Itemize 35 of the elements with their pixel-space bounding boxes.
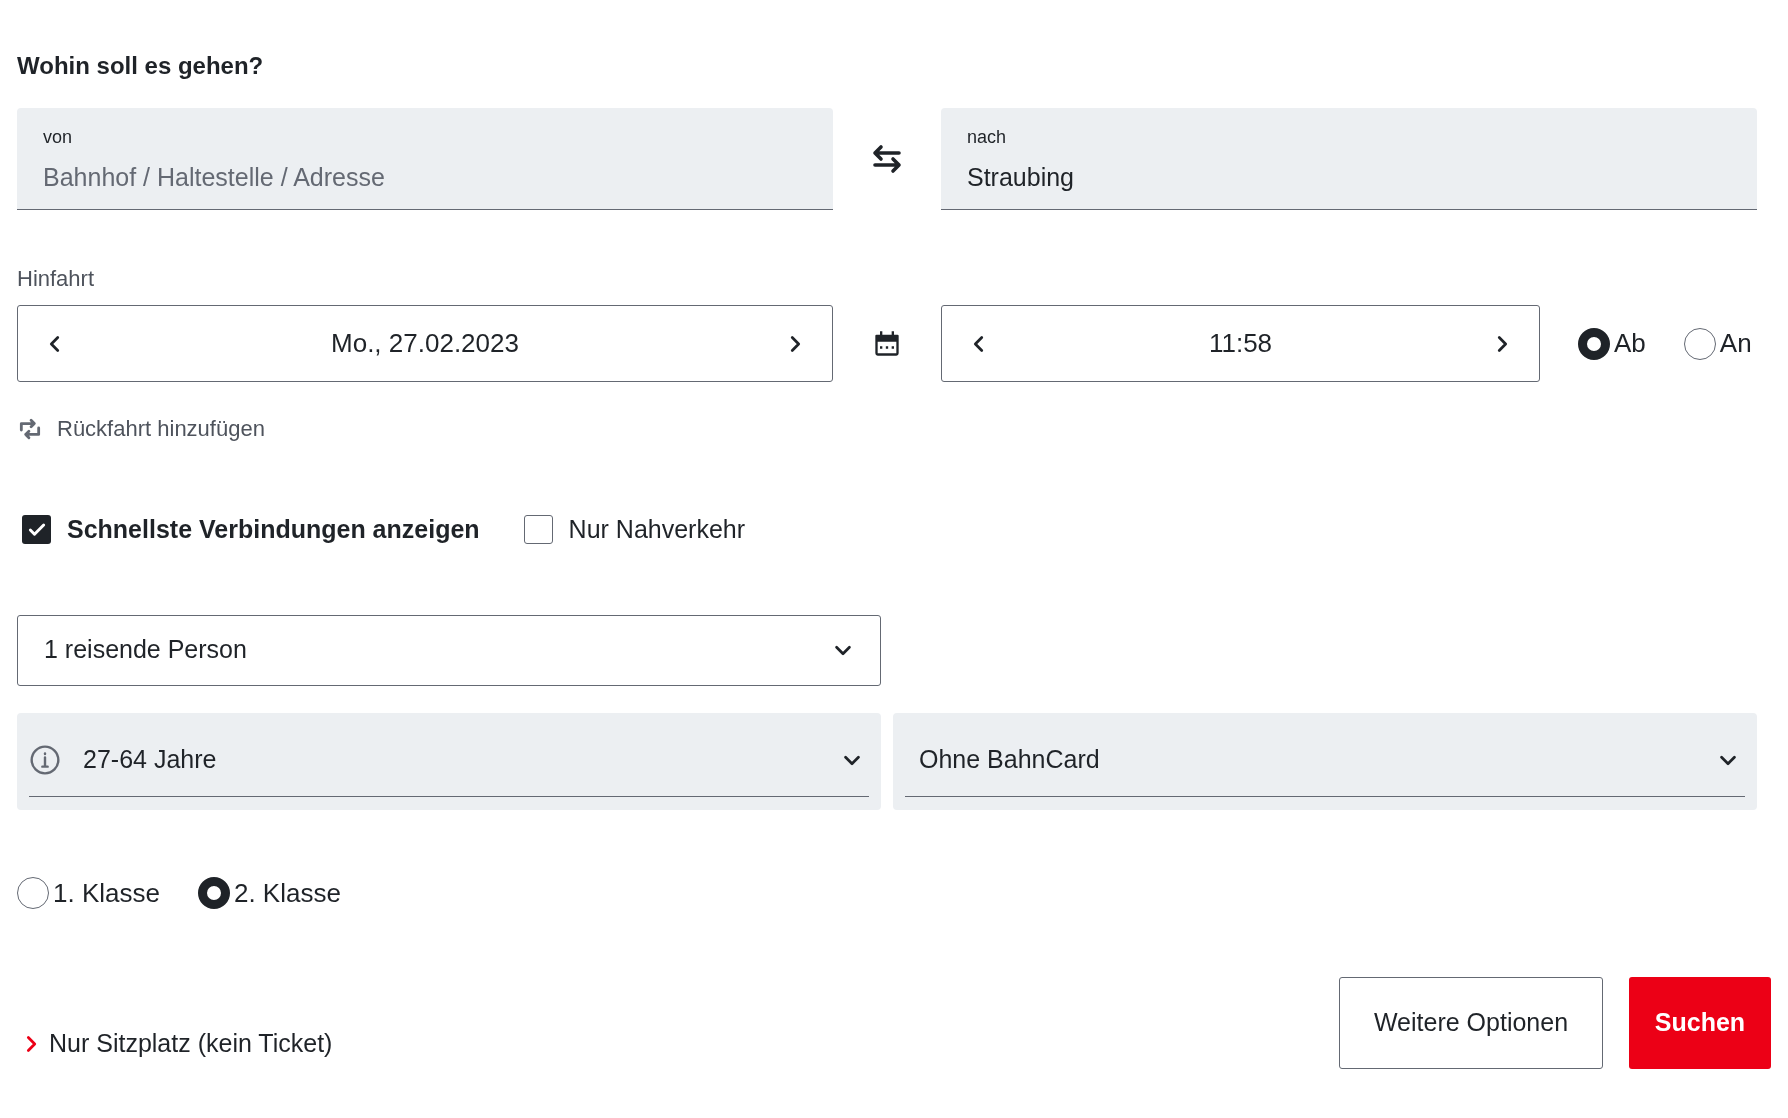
radio-button[interactable] — [1683, 327, 1716, 360]
checkbox[interactable] — [523, 515, 553, 545]
radio-label: An — [1719, 327, 1752, 360]
section-label: Hinfahrt — [17, 265, 96, 293]
radio-label: 2. Klasse — [233, 876, 341, 910]
seat-only-link[interactable]: Nur Sitzplatz (kein Ticket) — [49, 1025, 333, 1063]
checkbox-label: Nur Nahverkehr — [568, 514, 746, 545]
info-icon — [29, 744, 61, 776]
from-field[interactable]: von Bahnhof / Haltestelle / Adresse — [17, 108, 833, 210]
select-value: Ohne BahnCard — [919, 744, 1101, 776]
radio-label: 1. Klasse — [53, 876, 160, 910]
radio-label: Ab — [1614, 327, 1646, 360]
add-return-link[interactable]: Rückfahrt hinzufügen — [57, 412, 265, 445]
checkbox[interactable] — [22, 515, 51, 545]
select-value: 27-64 Jahre — [83, 744, 218, 776]
search-button[interactable]: Suchen — [1629, 976, 1771, 1069]
stepper-value: Mo., 27.02.2023 — [331, 327, 519, 360]
field-label: von — [43, 126, 74, 149]
from-input[interactable]: Bahnhof / Haltestelle / Adresse — [43, 159, 807, 197]
checkbox-label: Schnellste Verbindungen anzeigen — [67, 514, 480, 545]
more-options-button[interactable]: Weitere Optionen — [1339, 976, 1603, 1069]
to-input[interactable]: Straubing — [967, 159, 1731, 197]
travellers-select[interactable]: 1 reisende Person — [17, 614, 881, 686]
radio-button[interactable] — [1578, 327, 1610, 360]
age-select[interactable]: 27-64 Jahre — [17, 712, 881, 810]
radio-button[interactable] — [17, 877, 49, 909]
section-heading: Wohin soll es gehen? — [17, 51, 265, 81]
time-stepper[interactable]: 11:58 — [941, 305, 1540, 382]
bahncard-select[interactable]: Ohne BahnCard — [893, 712, 1757, 810]
to-field[interactable]: nach Straubing — [941, 108, 1757, 210]
stepper-value: 11:58 — [1208, 327, 1273, 360]
date-stepper[interactable]: Mo., 27.02.2023 — [17, 305, 833, 382]
radio-button[interactable] — [197, 877, 230, 909]
calendar-icon[interactable] — [873, 329, 901, 358]
field-label: nach — [967, 126, 1008, 149]
